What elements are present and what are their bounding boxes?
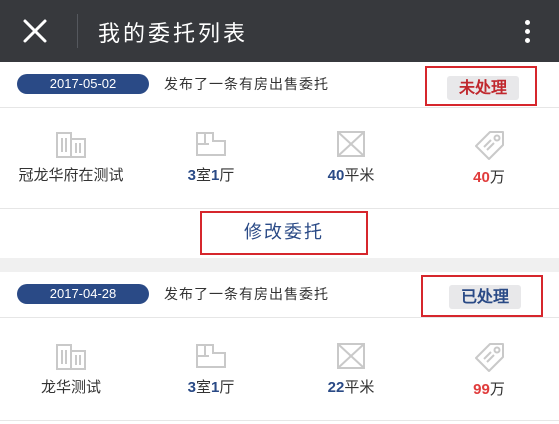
status-badge: 未处理 xyxy=(447,76,520,100)
listing-stats: 冠龙华府在测试 3室1厅 40平米 40万 xyxy=(0,108,559,208)
price-tag-icon xyxy=(475,131,504,160)
more-vertical-icon[interactable] xyxy=(523,20,531,44)
listing-header: 2017-04-28 发布了一条有房出售委托 已处理 xyxy=(0,272,559,318)
area-value: 22平米 xyxy=(327,378,375,396)
status-badge: 已处理 xyxy=(449,285,522,309)
stat-area: 40平米 xyxy=(286,130,416,185)
date-badge: 2017-05-02 xyxy=(17,74,149,94)
layout-value: 3室1厅 xyxy=(187,378,235,396)
building-icon xyxy=(56,344,86,370)
area-icon xyxy=(337,343,365,369)
floorplan-icon xyxy=(196,132,226,156)
header-divider xyxy=(77,14,78,48)
listing-header: 2017-05-02 发布了一条有房出售委托 未处理 xyxy=(0,62,559,108)
date-badge: 2017-04-28 xyxy=(17,284,149,304)
community-name: 冠龙华府在测试 xyxy=(18,166,124,184)
stat-community: 冠龙华府在测试 xyxy=(6,130,136,186)
modify-row: 修改委托 xyxy=(0,208,559,258)
price-value: 40万 xyxy=(473,168,505,186)
page-title: 我的委托列表 xyxy=(98,22,249,47)
stat-price: 99万 xyxy=(424,342,554,399)
building-icon xyxy=(56,132,86,158)
stat-price: 40万 xyxy=(424,130,554,187)
listing-stats: 龙华测试 3室1厅 22平米 99万 xyxy=(0,318,559,418)
price-tag-icon xyxy=(475,343,504,372)
community-name: 龙华测试 xyxy=(40,378,101,396)
price-value: 99万 xyxy=(473,380,505,398)
floorplan-icon xyxy=(196,344,226,368)
modify-listing-button[interactable]: 修改委托 xyxy=(200,211,368,255)
status-highlight: 已处理 xyxy=(421,275,543,317)
stat-layout: 3室1厅 xyxy=(146,342,276,397)
area-value: 40平米 xyxy=(327,166,375,184)
section-gap xyxy=(0,258,559,272)
listing-card-1: 2017-05-02 发布了一条有房出售委托 未处理 冠龙华府在测试 3室1厅 … xyxy=(0,62,559,258)
status-highlight: 未处理 xyxy=(425,66,537,106)
listing-card-2: 2017-04-28 发布了一条有房出售委托 已处理 龙华测试 3室1厅 22平… xyxy=(0,272,559,424)
listing-description: 发布了一条有房出售委托 xyxy=(164,77,329,93)
stat-community: 龙华测试 xyxy=(6,342,136,398)
close-icon[interactable] xyxy=(22,18,48,44)
app-header: 我的委托列表 xyxy=(0,0,559,62)
card-bottom-divider xyxy=(0,420,559,421)
listing-description: 发布了一条有房出售委托 xyxy=(164,287,329,303)
stat-layout: 3室1厅 xyxy=(146,130,276,185)
layout-value: 3室1厅 xyxy=(187,166,235,184)
stat-area: 22平米 xyxy=(286,342,416,397)
area-icon xyxy=(337,131,365,157)
